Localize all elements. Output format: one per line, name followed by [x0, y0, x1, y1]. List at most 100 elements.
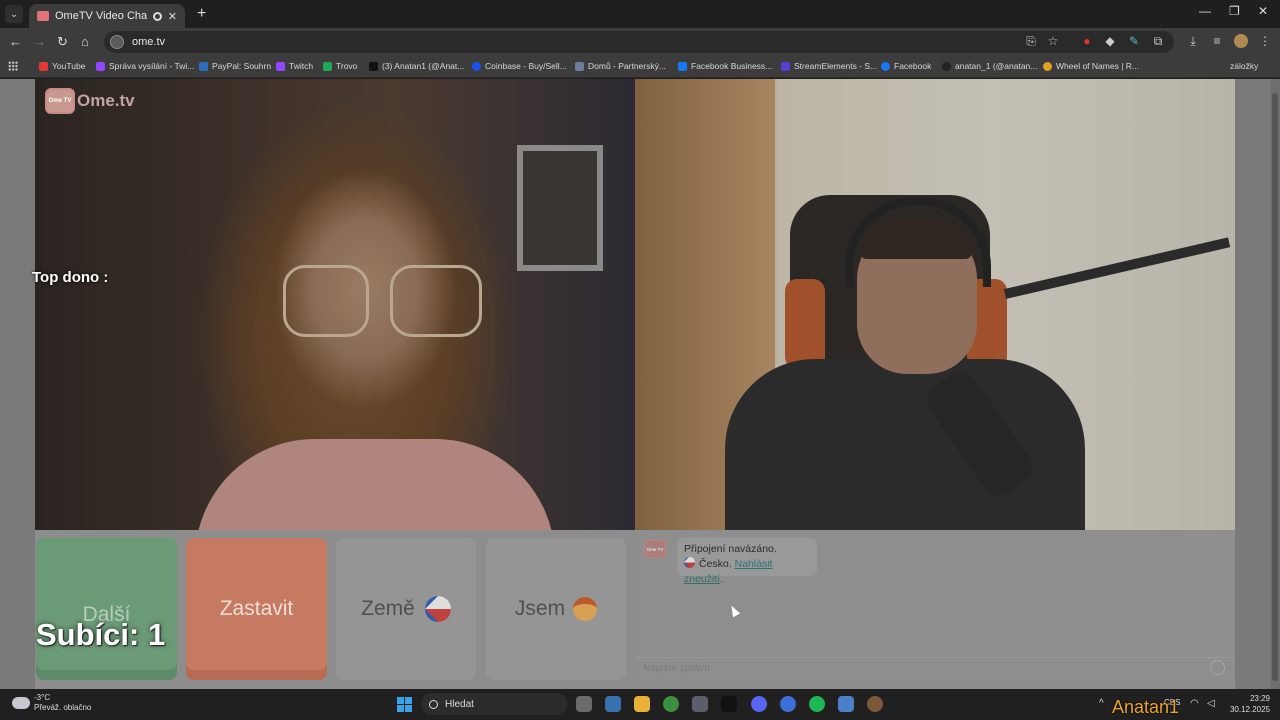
- weather-text: Převáž. oblačno: [34, 703, 92, 712]
- next-button[interactable]: Další: [36, 538, 177, 680]
- screen: ⌄ OmeTV Video Chat — Ome ✕ + — ❐ ✕ ← → ↻…: [0, 0, 1280, 720]
- tab-list-icon[interactable]: ≡: [1210, 34, 1224, 48]
- bookmark-item[interactable]: anatan_1 (@anatan...: [942, 61, 1037, 71]
- bookmark-item[interactable]: StreamElements - S...: [781, 61, 877, 71]
- ometv-logo[interactable]: Ome TV Ome.tv: [45, 88, 135, 114]
- bookmark-label: Twitch: [289, 61, 314, 71]
- country-name: Česko.: [699, 558, 732, 570]
- bookmark-item[interactable]: PayPal: Souhrn: [199, 61, 271, 71]
- app-icon[interactable]: [780, 696, 796, 712]
- app-icon[interactable]: [867, 696, 883, 712]
- bookmark-icon: [678, 61, 687, 71]
- ometv-chat-icon: Ome TV: [644, 540, 666, 558]
- home-icon[interactable]: ⌂: [81, 34, 89, 49]
- bookmark-item[interactable]: Wheel of Names | R...: [1043, 61, 1139, 71]
- bookmark-icon: [881, 61, 890, 71]
- app-icon[interactable]: [721, 696, 737, 712]
- self-video: [635, 79, 1235, 530]
- gender-button[interactable]: Jsem: [486, 538, 626, 680]
- shield-icon[interactable]: [838, 696, 854, 712]
- install-app-icon[interactable]: ⎘: [1024, 34, 1038, 48]
- bookmark-label: Facebook: [894, 61, 932, 71]
- czech-flag-icon: [424, 596, 451, 622]
- bookmark-icon: [575, 61, 584, 71]
- bookmark-item[interactable]: Trovo: [323, 61, 357, 71]
- wifi-icon[interactable]: ◠: [1190, 698, 1199, 709]
- country-button[interactable]: Země: [336, 538, 476, 680]
- file-explorer-icon[interactable]: [634, 696, 650, 712]
- tab-search-icon[interactable]: ⌄: [5, 5, 23, 23]
- bookmark-item[interactable]: Facebook: [881, 61, 931, 71]
- bookmark-item[interactable]: (3) Anatan1 (@Anat...: [369, 61, 464, 71]
- bookmark-label: Správa vysílání - Twi...: [109, 61, 195, 71]
- bookmarks-bar: YouTube Správa vysílání - Twi... PayPal:…: [0, 56, 1280, 78]
- bookmark-label: Domů - Partnerský...: [588, 61, 666, 71]
- gender-button-label: Jsem: [514, 597, 566, 620]
- scrollbar-thumb[interactable]: [1272, 93, 1278, 681]
- bookmark-icon: [199, 61, 208, 71]
- scrollbar[interactable]: [1270, 79, 1280, 689]
- close-window-icon[interactable]: ✕: [1258, 4, 1268, 18]
- date: 30.12.2025: [1229, 705, 1270, 714]
- app-icon[interactable]: [692, 696, 708, 712]
- bookmark-label: Facebook Business...: [691, 61, 773, 71]
- windows-start-icon[interactable]: [397, 697, 412, 712]
- minimize-icon[interactable]: —: [1199, 4, 1211, 18]
- bookmark-label: Trovo: [336, 61, 358, 71]
- bookmark-item[interactable]: YouTube: [39, 61, 85, 71]
- clock[interactable]: 23:29 30.12.2025: [1226, 693, 1270, 715]
- bookmark-icon: [323, 61, 332, 71]
- new-tab-button[interactable]: +: [197, 5, 206, 23]
- bookmark-label: StreamElements - S...: [794, 61, 878, 71]
- url-text: ome.tv: [132, 36, 166, 48]
- bookmark-item[interactable]: Twitch: [276, 61, 313, 71]
- bookmark-item[interactable]: Facebook Business...: [678, 61, 772, 71]
- reload-icon[interactable]: ↻: [57, 34, 68, 50]
- stop-button[interactable]: Zastavit: [186, 538, 327, 680]
- bookmark-item[interactable]: Coinbase - Buy/Sell...: [472, 61, 567, 71]
- site-info-icon[interactable]: [110, 35, 124, 49]
- extensions-puzzle-icon[interactable]: ⧉: [1151, 34, 1165, 48]
- tab-close-icon[interactable]: ✕: [168, 10, 177, 23]
- volume-icon[interactable]: ◁: [1207, 698, 1215, 709]
- bookmark-item[interactable]: Domů - Partnerský...: [575, 61, 666, 71]
- browser-toolbar: ← → ↻ ⌂ ome.tv ⎘ ☆ ● ◆ ✎ ⧉ ⤓ ≡ ⋮: [0, 28, 1280, 56]
- downloads-icon[interactable]: ⤓: [1186, 34, 1200, 48]
- weather-widget[interactable]: -3°C Převáž. oblačno: [12, 693, 91, 713]
- time: 23:29: [1249, 694, 1270, 703]
- stop-button-label: Zastavit: [219, 597, 294, 620]
- glasses: [390, 265, 482, 337]
- forward-icon[interactable]: →: [33, 34, 46, 49]
- tv-logo-icon: Ome TV: [45, 88, 75, 114]
- tab-ometv[interactable]: OmeTV Video Chat — Ome ✕: [29, 4, 185, 28]
- extension-icon[interactable]: ◆: [1103, 34, 1117, 48]
- profile-avatar[interactable]: [1234, 34, 1248, 48]
- store-icon[interactable]: [605, 696, 621, 712]
- discord-icon[interactable]: [751, 696, 767, 712]
- address-bar[interactable]: ome.tv: [104, 31, 1174, 53]
- bookmark-icon: [942, 61, 951, 71]
- bookmark-item[interactable]: Správa vysílání - Twi...: [96, 61, 194, 71]
- maximize-icon[interactable]: ❐: [1229, 4, 1240, 18]
- back-icon[interactable]: ←: [9, 34, 22, 49]
- cloud-icon: [12, 697, 30, 709]
- chrome-icon[interactable]: [663, 696, 679, 712]
- spotify-icon[interactable]: [809, 696, 825, 712]
- taskbar-search[interactable]: Hledat: [421, 693, 567, 715]
- emoji-icon[interactable]: [1210, 660, 1225, 675]
- stream-watermark: Anatan1: [1112, 697, 1180, 717]
- chat-input[interactable]: Napište zprávu: [636, 657, 1234, 679]
- all-bookmarks-label: záložky: [1230, 61, 1259, 71]
- extension-icon[interactable]: ✎: [1127, 34, 1141, 48]
- bookmark-star-icon[interactable]: ☆: [1046, 34, 1060, 48]
- tray-chevron-icon[interactable]: ^: [1099, 698, 1104, 709]
- apps-grid-icon[interactable]: [8, 61, 18, 71]
- extension-icon[interactable]: ●: [1080, 34, 1094, 48]
- bookmark-icon: [472, 61, 481, 71]
- menu-icon[interactable]: ⋮: [1258, 34, 1272, 48]
- bookmark-icon: [781, 61, 790, 71]
- task-view-icon[interactable]: [576, 696, 592, 712]
- all-bookmarks[interactable]: záložky: [1230, 61, 1258, 71]
- bookmark-icon: [96, 61, 105, 71]
- bookmark-icon: [369, 61, 378, 71]
